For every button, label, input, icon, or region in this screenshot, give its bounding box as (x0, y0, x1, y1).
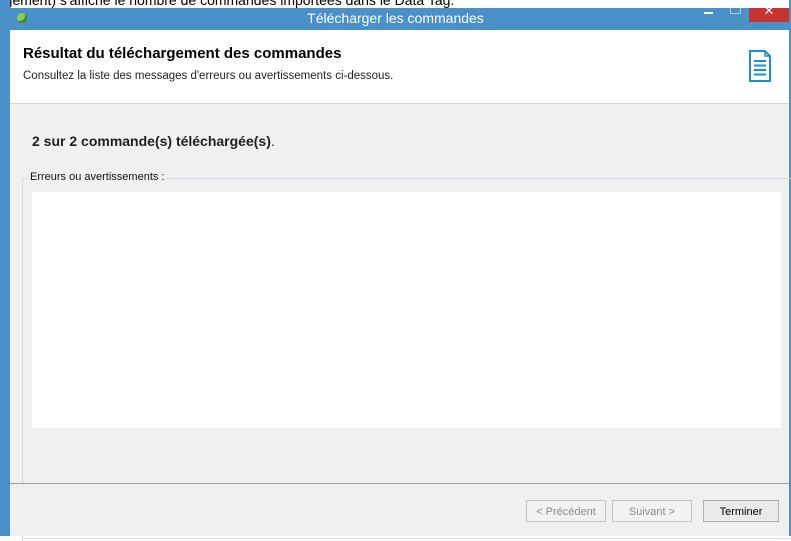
finish-button[interactable]: Terminer (703, 500, 779, 522)
wizard-footer: < Précédent Suivant > Terminer (10, 484, 789, 536)
wizard-header: Résultat du téléchargement des commandes… (10, 38, 789, 104)
next-button[interactable]: Suivant > (612, 500, 692, 522)
document-caption-text: rgement) s'affiche le nombre de commande… (0, 0, 455, 8)
page-title: Résultat du téléchargement des commandes (23, 45, 342, 62)
download-status: 2 sur 2 commande(s) téléchargée(s). (32, 133, 275, 149)
document-list-icon (749, 50, 771, 82)
messages-group-label: Erreurs ou avertissements : (28, 171, 167, 183)
document-caption: rgement) s'affiche le nombre de commande… (0, 0, 791, 8)
title-bar[interactable]: Télécharger les commandes ✕ (0, 0, 791, 30)
messages-list[interactable] (32, 192, 781, 428)
wizard-window: Télécharger les commandes ✕ rgement) s'a… (0, 0, 791, 541)
previous-button[interactable]: < Précédent (526, 500, 606, 522)
wizard-body: 2 sur 2 commande(s) téléchargée(s). Erre… (10, 104, 791, 541)
download-status-text: 2 sur 2 commande(s) téléchargée(s) (32, 133, 271, 149)
window-title: Télécharger les commandes (307, 10, 484, 26)
page-subtitle: Consultez la liste des messages d'erreur… (23, 70, 394, 82)
download-status-period: . (270, 133, 275, 149)
window-frame-left (0, 0, 10, 536)
